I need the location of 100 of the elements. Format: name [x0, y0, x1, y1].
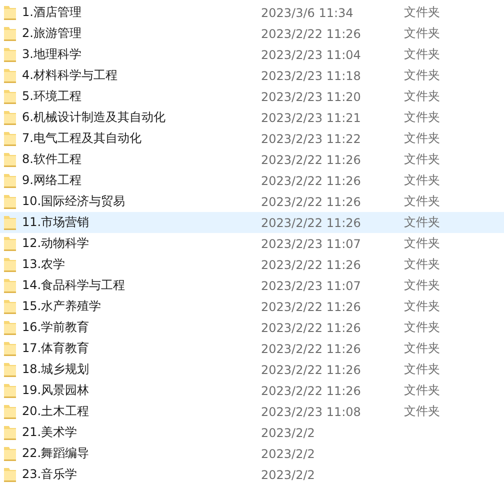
file-row[interactable]: 14.食品科学与工程 2023/2/23 11:07 文件夹: [0, 275, 504, 296]
folder-icon: [3, 236, 17, 252]
file-row[interactable]: 16.学前教育 2023/2/22 11:26 文件夹: [0, 317, 504, 338]
folder-icon: [3, 194, 17, 210]
file-name: 10.国际经济与贸易: [22, 193, 126, 210]
file-row[interactable]: 21.美术学 2023/2/2: [0, 422, 504, 443]
file-type: 文件夹: [404, 88, 440, 105]
file-type: 文件夹: [404, 172, 440, 189]
file-name: 4.材料科学与工程: [22, 67, 118, 84]
modified-date: 2023/2/2: [261, 446, 316, 460]
file-type: 文件夹: [404, 151, 440, 168]
file-row[interactable]: 10.国际经济与贸易 2023/2/22 11:26 文件夹: [0, 191, 504, 212]
file-row[interactable]: 5.环境工程 2023/2/23 11:20 文件夹: [0, 86, 504, 107]
folder-icon: [3, 46, 17, 62]
file-type: 文件夹: [404, 277, 440, 294]
file-name: 14.食品科学与工程: [22, 277, 126, 294]
folder-icon: [3, 172, 17, 188]
folder-icon: [3, 298, 17, 314]
file-type: 文件夹: [404, 361, 440, 378]
modified-date: 2023/2/23 11:20: [261, 90, 362, 104]
file-row[interactable]: 4.材料科学与工程 2023/2/23 11:18 文件夹: [0, 65, 504, 86]
file-row[interactable]: 13.农学 2023/2/22 11:26 文件夹: [0, 254, 504, 275]
modified-date: 2023/2/23 11:07: [261, 236, 362, 250]
file-type: 文件夹: [404, 319, 440, 336]
modified-date: 2023/2/22 11:26: [261, 26, 362, 40]
file-row[interactable]: 19.风景园林 2023/2/22 11:26 文件夹: [0, 380, 504, 401]
modified-date: 2023/2/22 11:26: [261, 384, 362, 398]
modified-date: 2023/2/22 11:26: [261, 362, 362, 376]
folder-icon: [3, 26, 17, 42]
file-name: 21.美术学: [22, 424, 78, 441]
file-name: 20.土木工程: [22, 403, 90, 420]
file-name: 5.环境工程: [22, 88, 82, 105]
file-type: 文件夹: [404, 67, 440, 84]
file-type: 文件夹: [404, 25, 440, 42]
modified-date: 2023/2/22 11:26: [261, 300, 362, 314]
modified-date: 2023/2/23 11:18: [261, 68, 362, 82]
file-name: 17.体育教育: [22, 340, 90, 357]
folder-icon: [3, 4, 17, 20]
folder-icon: [3, 466, 17, 482]
folder-icon: [3, 320, 17, 336]
file-name: 23.音乐学: [22, 466, 78, 483]
file-row[interactable]: 22.舞蹈编导 2023/2/2: [0, 443, 504, 464]
file-type: 文件夹: [404, 193, 440, 210]
folder-icon: [3, 88, 17, 104]
modified-date: 2023/2/22 11:26: [261, 152, 362, 166]
folder-icon: [3, 382, 17, 398]
modified-date: 2023/2/23 11:22: [261, 132, 362, 146]
file-row[interactable]: 23.音乐学 2023/2/2: [0, 464, 504, 483]
file-row[interactable]: 7.电气工程及其自动化 2023/2/23 11:22 文件夹: [0, 128, 504, 149]
file-row[interactable]: 18.城乡规划 2023/2/22 11:26 文件夹: [0, 359, 504, 380]
folder-icon: [3, 404, 17, 420]
file-row[interactable]: 20.土木工程 2023/2/23 11:08 文件夹: [0, 401, 504, 422]
folder-icon: [3, 68, 17, 84]
file-type: 文件夹: [404, 109, 440, 126]
modified-date: 2023/2/2: [261, 468, 316, 482]
file-type: 文件夹: [404, 214, 440, 231]
file-row[interactable]: 2.旅游管理 2023/2/22 11:26 文件夹: [0, 23, 504, 44]
file-name: 19.风景园林: [22, 382, 90, 399]
file-type: 文件夹: [404, 130, 440, 147]
file-row[interactable]: 1.酒店管理 2023/3/6 11:34 文件夹: [0, 2, 504, 23]
file-name: 2.旅游管理: [22, 25, 82, 42]
file-name: 1.酒店管理: [22, 4, 82, 21]
folder-icon: [3, 256, 17, 272]
folder-icon: [3, 152, 17, 168]
file-row[interactable]: 15.水产养殖学 2023/2/22 11:26 文件夹: [0, 296, 504, 317]
folder-icon: [3, 424, 17, 440]
modified-date: 2023/2/23 11:04: [261, 48, 362, 62]
file-name: 3.地理科学: [22, 46, 82, 63]
file-row[interactable]: 9.网络工程 2023/2/22 11:26 文件夹: [0, 170, 504, 191]
file-row[interactable]: 11.市场营销 2023/2/22 11:26 文件夹: [0, 212, 504, 233]
modified-date: 2023/2/23 11:21: [261, 110, 362, 124]
file-type: 文件夹: [404, 256, 440, 273]
file-row[interactable]: 3.地理科学 2023/2/23 11:04 文件夹: [0, 44, 504, 65]
file-type: 文件夹: [404, 298, 440, 315]
folder-icon: [3, 278, 17, 294]
file-name: 13.农学: [22, 256, 66, 273]
folder-icon: [3, 446, 17, 462]
modified-date: 2023/2/2: [261, 426, 316, 440]
modified-date: 2023/2/22 11:26: [261, 342, 362, 356]
file-type: 文件夹: [404, 403, 440, 420]
modified-date: 2023/2/23 11:08: [261, 404, 362, 418]
file-type: 文件夹: [404, 340, 440, 357]
folder-icon: [3, 340, 17, 356]
file-row[interactable]: 8.软件工程 2023/2/22 11:26 文件夹: [0, 149, 504, 170]
modified-date: 2023/2/23 11:07: [261, 278, 362, 292]
file-row[interactable]: 6.机械设计制造及其自动化 2023/2/23 11:21 文件夹: [0, 107, 504, 128]
file-name: 6.机械设计制造及其自动化: [22, 109, 166, 126]
modified-date: 2023/3/6 11:34: [261, 6, 354, 20]
file-name: 16.学前教育: [22, 319, 90, 336]
file-name: 22.舞蹈编导: [22, 445, 90, 462]
file-name: 8.软件工程: [22, 151, 82, 168]
modified-date: 2023/2/22 11:26: [261, 174, 362, 188]
file-name: 9.网络工程: [22, 172, 82, 189]
file-type: 文件夹: [404, 4, 440, 21]
folder-icon: [3, 362, 17, 378]
file-name: 12.动物科学: [22, 235, 90, 252]
file-row[interactable]: 17.体育教育 2023/2/22 11:26 文件夹: [0, 338, 504, 359]
file-type: 文件夹: [404, 382, 440, 399]
modified-date: 2023/2/22 11:26: [261, 258, 362, 272]
file-row[interactable]: 12.动物科学 2023/2/23 11:07 文件夹: [0, 233, 504, 254]
